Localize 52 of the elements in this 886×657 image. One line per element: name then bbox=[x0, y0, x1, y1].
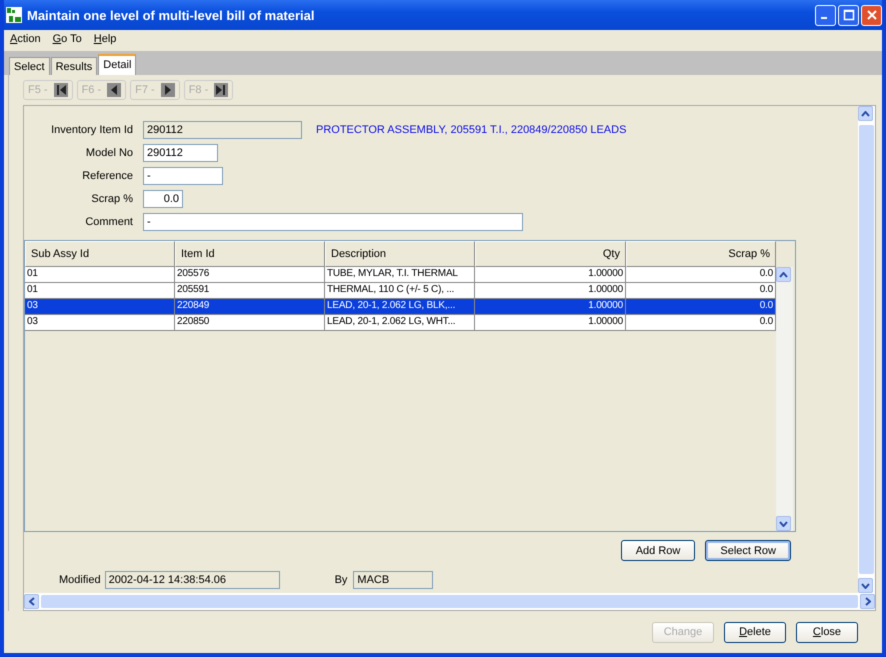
field-label: By bbox=[334, 574, 348, 586]
action-button[interactable]: Delete bbox=[724, 622, 786, 642]
field-label: Scrap % bbox=[90, 192, 134, 204]
by-field: MACB bbox=[353, 571, 434, 589]
input-field[interactable]: - bbox=[143, 166, 223, 184]
field-label: Reference bbox=[81, 170, 134, 182]
table-cell: 1.00000 bbox=[475, 315, 626, 331]
table-cell: 0.0 bbox=[626, 315, 776, 331]
maximize-button[interactable] bbox=[838, 4, 859, 26]
column-header[interactable]: Sub Assy Id bbox=[25, 241, 175, 267]
column-header[interactable]: Description bbox=[325, 241, 475, 267]
action-button[interactable]: Close bbox=[796, 622, 858, 642]
input-field[interactable]: 290112 bbox=[143, 120, 302, 138]
table-row[interactable]: 01 205576 TUBE, MYLAR, T.I. THERMAL 1.00000 0.0 bbox=[25, 267, 776, 283]
window-title: Maintain one level of multi-level bill of material bbox=[27, 8, 316, 22]
table-row[interactable]: 03 220849 LEAD, 20-1, 2.062 LG, BLK,... 1.00000 0.0 bbox=[25, 299, 776, 315]
scrollbar[interactable] bbox=[776, 267, 793, 531]
scrollbar[interactable] bbox=[858, 106, 875, 593]
input-field[interactable]: - bbox=[143, 212, 523, 230]
column-header[interactable]: Item Id bbox=[175, 241, 325, 267]
minimize-button[interactable] bbox=[815, 4, 836, 26]
horizontal-scrollbar[interactable] bbox=[24, 593, 875, 610]
maximize-icon bbox=[842, 9, 854, 21]
table-cell: 03 bbox=[25, 315, 175, 331]
tab[interactable]: Select bbox=[9, 57, 50, 75]
table-row[interactable]: 01 205591 THERMAL, 110 C (+/- 5 C), ... 1.00000 0.0 bbox=[25, 283, 776, 299]
field-label: Comment bbox=[84, 216, 134, 228]
close-button[interactable] bbox=[861, 4, 882, 26]
field-label: Model No bbox=[84, 146, 134, 158]
table-row[interactable]: 03 220850 LEAD, 20-1, 2.062 LG, WHT... 1.00000 0.0 bbox=[25, 315, 776, 331]
minimize-icon bbox=[820, 17, 826, 19]
nav-arrow-icon bbox=[54, 83, 68, 97]
tab[interactable]: Results bbox=[50, 57, 98, 75]
item-description: PROTECTOR ASSEMBLY, 205591 T.I., 220849/220850 LEADS bbox=[316, 124, 626, 136]
tab[interactable]: Detail bbox=[98, 54, 136, 75]
row-button[interactable]: Select Row bbox=[705, 540, 791, 561]
modified-field: 2002-04-12 14:38:54.06 bbox=[104, 571, 280, 589]
column-header[interactable]: Scrap % bbox=[626, 241, 776, 267]
column-header[interactable]: Qty bbox=[475, 241, 626, 267]
table-cell: LEAD, 20-1, 2.062 LG, WHT... bbox=[325, 315, 475, 331]
nav-arrow-icon bbox=[214, 83, 228, 97]
menu-item[interactable]: Action bbox=[6, 33, 49, 45]
row-button[interactable]: Add Row bbox=[620, 540, 696, 561]
field-label: Inventory Item Id bbox=[50, 124, 134, 136]
menu-item[interactable]: Help bbox=[90, 33, 124, 45]
grid-icon bbox=[6, 7, 22, 23]
table-cell: 220850 bbox=[175, 315, 325, 331]
menu-item[interactable]: Go To bbox=[48, 33, 90, 45]
close-icon bbox=[866, 9, 878, 21]
field-label: Modified bbox=[59, 574, 102, 586]
input-field[interactable]: 290112 bbox=[143, 144, 218, 162]
input-field[interactable]: 0.0 bbox=[143, 190, 183, 208]
